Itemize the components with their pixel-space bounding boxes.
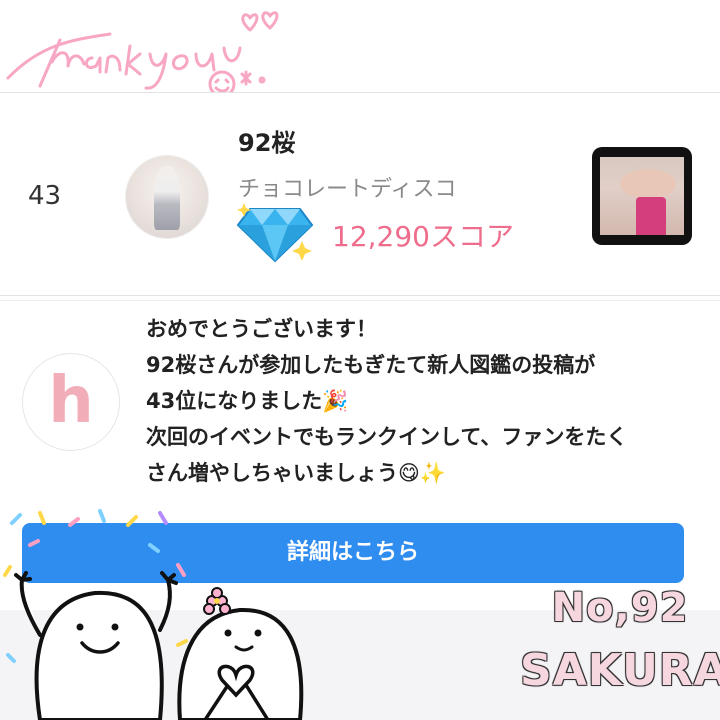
message-line: 92桜さんが参加したもぎたて新人図鑑の投稿が: [146, 353, 596, 377]
cast-name[interactable]: 92桜: [238, 123, 295, 158]
score: 12,290スコア: [332, 220, 514, 253]
ranking-card[interactable]: 43 92桜 チョコレートディスコ 12,290スコア: [0, 92, 720, 296]
thank-you-handwriting: [6, 11, 279, 98]
message-line: おめでとうございます！: [146, 317, 377, 341]
message-line: 次回のイベントでもランクインして、ファンをたく: [146, 425, 628, 449]
signature-name: SAKURA: [520, 645, 720, 696]
post-thumbnail[interactable]: [592, 147, 692, 245]
app-logo-letter: h: [48, 364, 94, 438]
notification-message: おめでとうございます！ 92桜さんが参加したもぎたて新人図鑑の投稿が 43位にな…: [146, 311, 706, 491]
app-logo: h: [22, 353, 120, 451]
signature-number: No,92: [551, 585, 689, 631]
message-line: 43位になりました🎉: [146, 389, 349, 413]
message-line: さん増やしちゃいましょう😋✨: [146, 461, 447, 485]
avatar[interactable]: [125, 155, 209, 239]
diamond-icon: [236, 203, 314, 263]
signature: No,92 SAKURA: [520, 585, 720, 715]
rank-number: 43: [28, 181, 62, 211]
shop-name: チョコレートディスコ: [238, 177, 457, 202]
celebration-sticker: [3, 509, 304, 720]
